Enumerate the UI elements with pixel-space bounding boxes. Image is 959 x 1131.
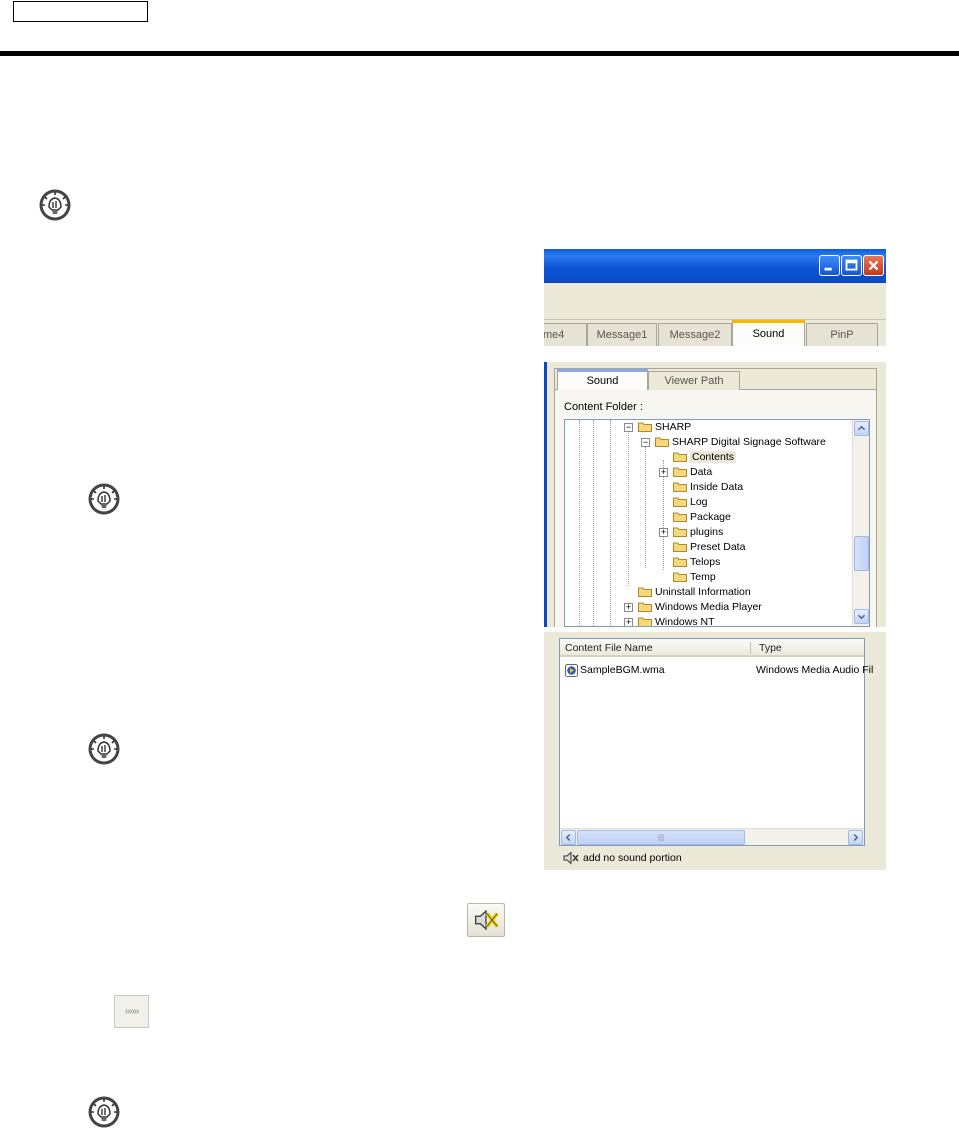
tree-item-windows-media-player[interactable]: Windows Media Player xyxy=(638,600,762,615)
tree-guide xyxy=(610,420,611,626)
scroll-right-button[interactable] xyxy=(848,830,863,845)
tree-item-contents[interactable]: Contents xyxy=(673,450,737,465)
close-button[interactable] xyxy=(863,255,884,276)
scroll-left-button[interactable] xyxy=(561,830,576,845)
tree-item-log[interactable]: Log xyxy=(673,495,708,510)
tab-message1[interactable]: Message1 xyxy=(587,323,657,346)
tree-item-uninstall-information[interactable]: Uninstall Information xyxy=(638,585,751,600)
tree-guide xyxy=(628,431,629,586)
speaker-mute-icon[interactable] xyxy=(563,851,579,865)
folder-icon xyxy=(673,496,687,507)
list-horizontal-scrollbar[interactable]: ||| xyxy=(560,828,864,845)
scroll-thumb[interactable]: ||| xyxy=(577,830,745,845)
tab-sound[interactable]: Sound xyxy=(732,320,805,346)
scroll-up-button[interactable] xyxy=(854,421,869,436)
tree-item-telops[interactable]: Telops xyxy=(673,555,720,570)
folder-icon xyxy=(673,556,687,567)
folder-icon xyxy=(638,601,652,612)
folder-icon xyxy=(638,616,652,626)
tree-vertical-scrollbar[interactable] xyxy=(852,420,869,626)
tab-viewer-path[interactable]: Viewer Path xyxy=(648,371,740,392)
tip-icon xyxy=(87,1095,121,1129)
tree-item-inside-data[interactable]: Inside Data xyxy=(673,480,743,495)
tree-item-temp[interactable]: Temp xyxy=(673,570,716,585)
tree-item-sharp[interactable]: SHARP xyxy=(638,420,691,435)
tab-pinp[interactable]: PinP xyxy=(806,323,878,346)
window-border xyxy=(544,362,547,627)
window-titlebar xyxy=(544,249,886,283)
folder-icon xyxy=(673,466,687,477)
folder-icon xyxy=(638,421,652,432)
column-header-type[interactable]: Type xyxy=(754,639,864,657)
scroll-down-button[interactable] xyxy=(854,609,869,624)
content-folder-tree[interactable]: − SHARP − SHARP Digital Signage Software… xyxy=(564,419,870,627)
add-no-sound-label[interactable]: add no sound portion xyxy=(583,851,682,865)
folder-icon xyxy=(673,511,687,522)
expand-toggle[interactable]: + xyxy=(624,618,633,626)
content-folder-label: Content Folder : xyxy=(564,401,643,413)
expand-toggle[interactable]: + xyxy=(624,603,633,612)
folder-icon xyxy=(638,586,652,597)
window-screenshot: me4 Message1 Message2 Sound PinP xyxy=(544,249,886,346)
list-header: Content File Name Type xyxy=(560,639,864,657)
tip-icon xyxy=(87,482,121,516)
tab-strip: me4 Message1 Message2 Sound PinP xyxy=(544,319,886,346)
column-separator[interactable] xyxy=(750,642,751,654)
file-name-cell[interactable]: SampleBGM.wma xyxy=(580,664,665,677)
tree-item-data[interactable]: Data xyxy=(673,465,712,480)
tree-guide xyxy=(579,420,580,626)
tree-item-sharp-digital-signage-software[interactable]: SHARP Digital Signage Software xyxy=(655,435,826,450)
expand-toggle[interactable]: + xyxy=(659,468,668,477)
folder-icon xyxy=(673,541,687,552)
folder-icon xyxy=(673,451,687,462)
collapse-toggle[interactable]: − xyxy=(641,438,650,447)
tip-icon xyxy=(38,188,72,222)
speaker-mute-icon xyxy=(467,903,505,937)
tree-item-package[interactable]: Package xyxy=(673,510,731,525)
maximize-button[interactable] xyxy=(841,255,862,276)
file-list-screenshot: Content File Name Type SampleBGM.wma Win… xyxy=(544,632,886,870)
expand-toggle[interactable]: + xyxy=(659,528,668,537)
tab-sound-settings[interactable]: Sound xyxy=(557,369,648,392)
minimize-button[interactable] xyxy=(819,255,840,276)
tree-item-preset-data[interactable]: Preset Data xyxy=(673,540,745,555)
content-file-list[interactable]: Content File Name Type SampleBGM.wma Win… xyxy=(559,638,873,846)
sound-panel-screenshot: Sound Viewer Path Content Folder : − SHA… xyxy=(544,362,886,627)
header-label-box xyxy=(13,1,148,22)
double-chevron-right-icon: »»» xyxy=(114,995,149,1028)
menu-area xyxy=(544,283,886,319)
scroll-thumb[interactable] xyxy=(854,536,869,571)
tab-message2[interactable]: Message2 xyxy=(658,323,732,346)
folder-icon xyxy=(673,481,687,492)
file-type-cell[interactable]: Windows Media Audio Fil xyxy=(756,664,873,677)
folder-icon xyxy=(673,571,687,582)
tab-frame4[interactable]: me4 xyxy=(544,323,587,346)
collapse-toggle[interactable]: − xyxy=(624,423,633,432)
tree-guide xyxy=(593,420,594,626)
folder-icon xyxy=(655,436,669,447)
sound-tab-strip: Sound Viewer Path xyxy=(554,368,877,392)
column-header-name[interactable]: Content File Name xyxy=(560,639,750,657)
folder-icon xyxy=(673,526,687,537)
tree-item-plugins[interactable]: plugins xyxy=(673,525,723,540)
tip-icon xyxy=(87,732,121,766)
tree-item-windows-nt[interactable]: Windows NT xyxy=(638,615,715,626)
tree-guide xyxy=(645,446,646,568)
header-rule xyxy=(0,51,959,56)
audio-file-icon xyxy=(565,664,578,677)
